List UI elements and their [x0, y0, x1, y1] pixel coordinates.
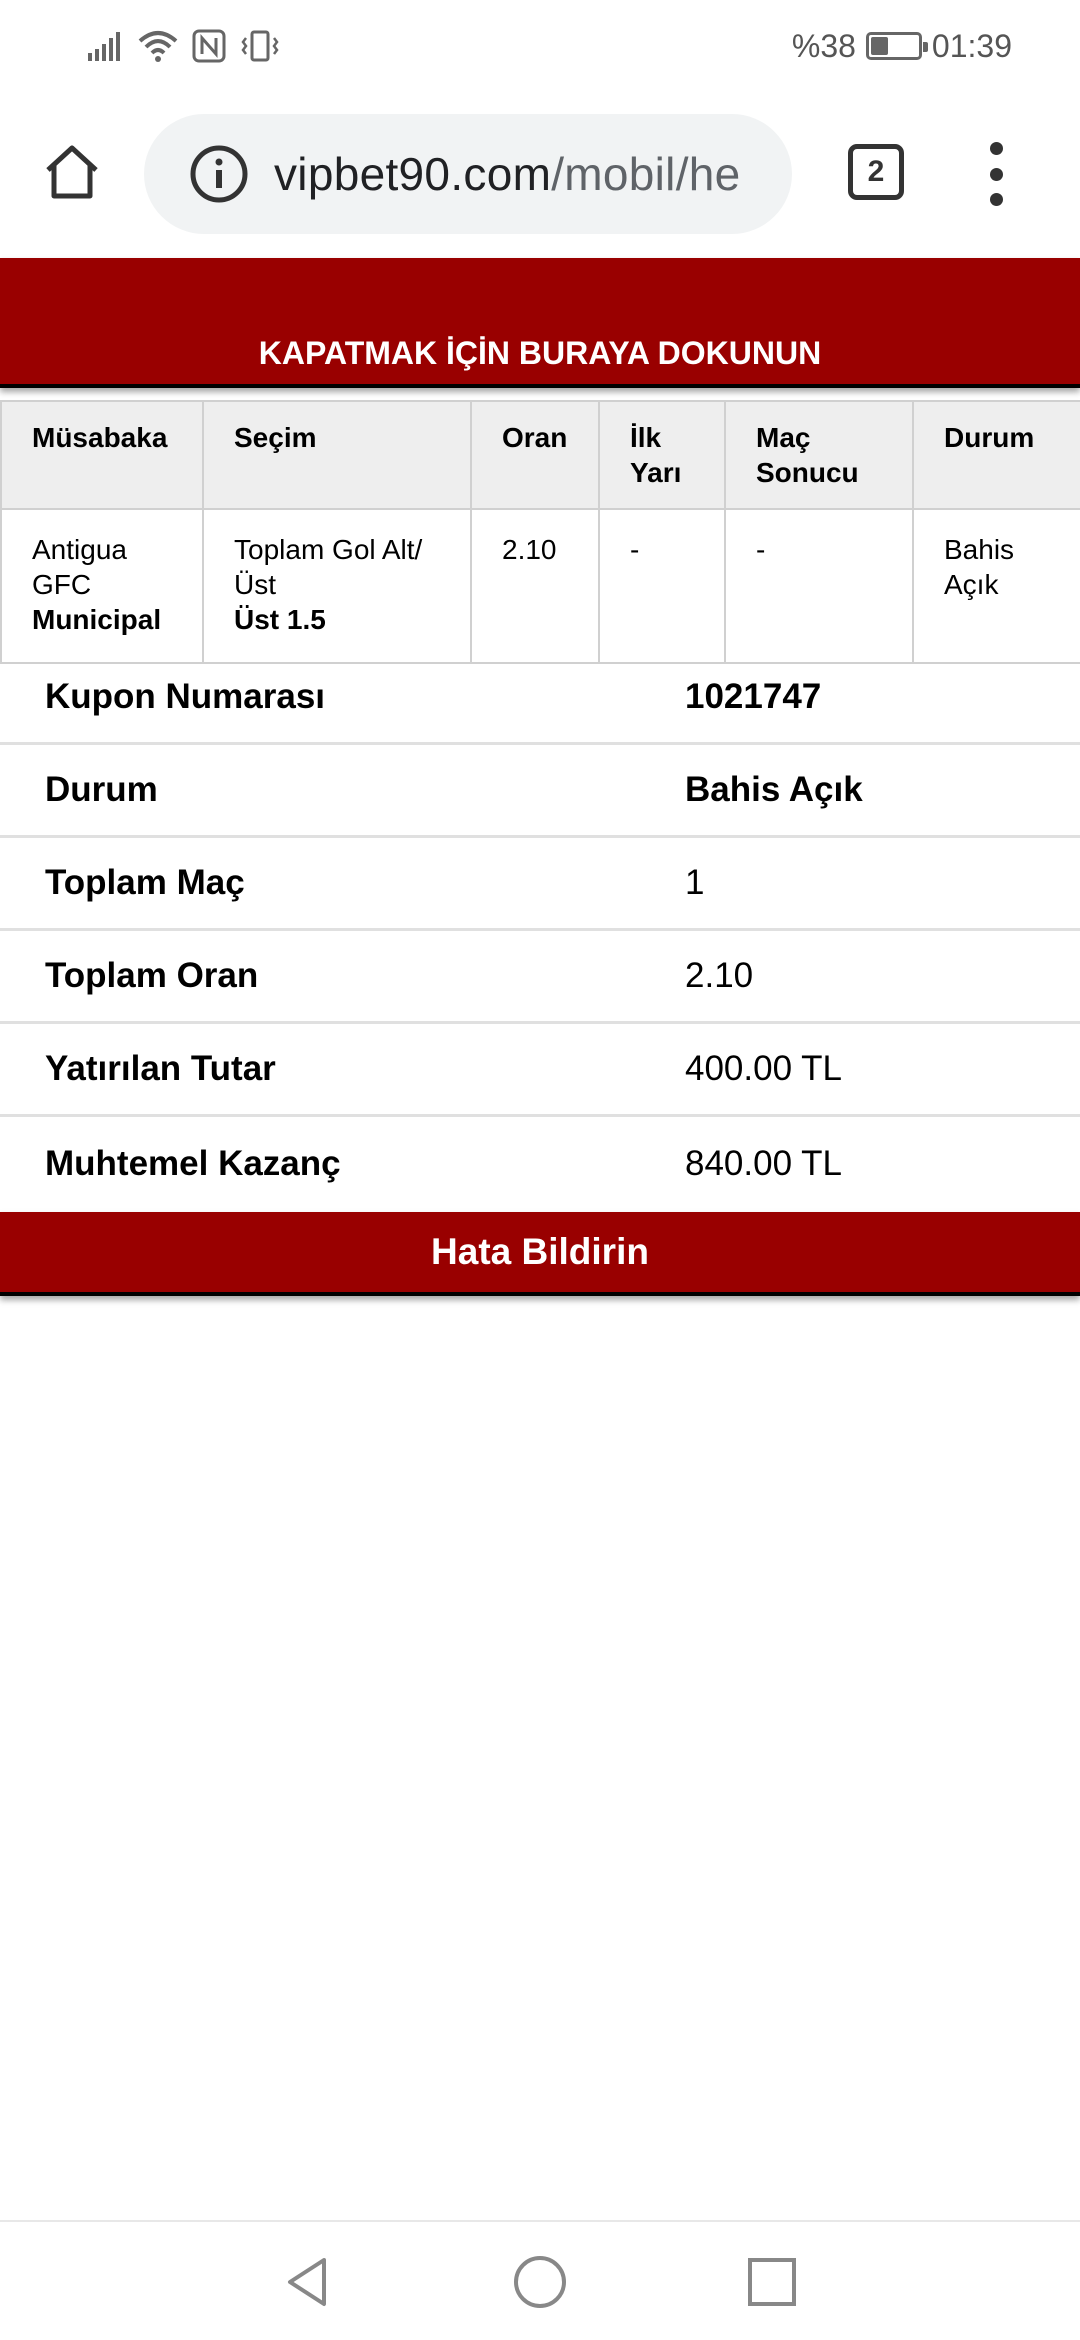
home-nav-button[interactable]	[508, 2250, 572, 2314]
home-button[interactable]	[36, 136, 108, 208]
summary-label: Durum	[45, 770, 158, 809]
summary-value: 1021747	[685, 677, 822, 716]
close-banner[interactable]: KAPATMAK İÇİN BURAYA DOKUNUN	[0, 258, 1080, 388]
battery-percent: %38	[791, 27, 856, 64]
wifi-icon	[138, 31, 178, 62]
status-bar: %38 01:39	[0, 0, 1080, 92]
summary-row-total-matches: Toplam Maç 1	[0, 838, 1080, 931]
summary-row-stake: Yatırılan Tutar 400.00 TL	[0, 1024, 1080, 1117]
summary-value: 840.00 TL	[685, 1143, 842, 1183]
match-venue: Municipal	[32, 604, 162, 635]
report-error-label: Hata Bildirin	[431, 1231, 649, 1272]
summary-label: Muhtemel Kazanç	[45, 1143, 341, 1183]
status-icons-left	[88, 22, 280, 70]
recents-button[interactable]	[740, 2250, 804, 2314]
recents-icon	[748, 2258, 796, 2306]
signal-icon	[88, 32, 120, 61]
battery-fill	[870, 37, 888, 55]
clock: 01:39	[931, 27, 1012, 64]
summary-value: 1	[685, 863, 705, 902]
nfc-icon	[192, 29, 226, 63]
coupon-summary: Kupon Numarası 1021747 Durum Bahis Açık …	[0, 652, 1080, 1210]
home-nav-icon	[514, 2256, 566, 2308]
summary-row-coupon-number: Kupon Numarası 1021747	[0, 652, 1080, 745]
address-bar[interactable]: vipbet90.com/mobil/he	[144, 114, 792, 234]
summary-value: 2.10	[685, 956, 754, 995]
summary-label: Toplam Oran	[45, 956, 259, 995]
selection-pick: Üst 1.5	[234, 604, 326, 635]
cell-status: Bahis Açık	[912, 508, 1080, 664]
url-text[interactable]: vipbet90.com/mobil/he	[274, 147, 741, 201]
summary-label: Toplam Maç	[45, 863, 245, 902]
summary-row-total-odds: Toplam Oran 2.10	[0, 931, 1080, 1024]
summary-label: Yatırılan Tutar	[45, 1049, 276, 1088]
bet-table: Müsabaka Seçim Oran İlk Yarı Maç Sonucu …	[0, 400, 1080, 664]
system-nav-bar	[0, 2220, 1080, 2340]
tab-count: 2	[867, 155, 885, 188]
table-row: Antigua GFC Municipal Toplam Gol Alt/Üst…	[0, 508, 1080, 664]
summary-row-potential-win: Muhtemel Kazanç 840.00 TL	[0, 1117, 1080, 1210]
summary-row-status: Durum Bahis Açık	[0, 745, 1080, 838]
header-match-result: Maç Sonucu	[724, 400, 914, 510]
battery-icon	[865, 32, 928, 60]
info-icon[interactable]	[188, 143, 250, 205]
close-banner-text: KAPATMAK İÇİN BURAYA DOKUNUN	[258, 335, 822, 371]
report-error-button[interactable]: Hata Bildirin	[0, 1212, 1080, 1296]
url-host: vipbet90.com	[274, 148, 552, 200]
header-match: Müsabaka	[0, 400, 204, 510]
home-icon	[46, 145, 98, 199]
table-header-row: Müsabaka Seçim Oran İlk Yarı Maç Sonucu …	[0, 400, 1080, 510]
cell-match-result: -	[724, 508, 914, 664]
vibrate-icon	[241, 30, 279, 62]
status-icons-right: %38 01:39	[792, 22, 1012, 70]
cell-match: Antigua GFC Municipal	[0, 508, 204, 664]
header-status: Durum	[912, 400, 1080, 510]
back-icon	[288, 2258, 326, 2306]
more-vert-icon[interactable]	[972, 142, 1020, 206]
selection-market: Toplam Gol Alt/Üst	[234, 534, 423, 600]
header-first-half: İlk Yarı	[598, 400, 726, 510]
header-selection: Seçim	[202, 400, 472, 510]
back-button[interactable]	[276, 2250, 340, 2314]
url-path: /mobil/he	[551, 148, 741, 200]
header-odds: Oran	[470, 400, 600, 510]
cell-first-half: -	[598, 508, 726, 664]
summary-value: 400.00 TL	[685, 1049, 842, 1088]
match-teams: Antigua GFC	[32, 534, 127, 600]
tab-switcher-button[interactable]: 2	[848, 144, 904, 200]
cell-selection: Toplam Gol Alt/Üst Üst 1.5	[202, 508, 472, 664]
summary-value: Bahis Açık	[685, 770, 863, 809]
summary-label: Kupon Numarası	[45, 677, 326, 716]
browser-toolbar: vipbet90.com/mobil/he 2	[0, 92, 1080, 258]
cell-odds: 2.10	[470, 508, 600, 664]
